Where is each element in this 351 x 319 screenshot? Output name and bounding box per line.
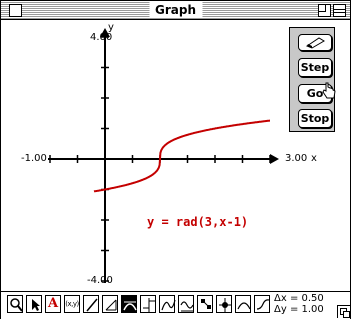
line-icon <box>86 298 98 312</box>
function-curve[interactable] <box>93 119 270 193</box>
crosshair-icon <box>219 298 231 312</box>
node-icon <box>201 299 211 309</box>
x-axis-arrow <box>270 154 279 164</box>
tool-palette: A (x,y) Δx = 0.50 Δy = 1.00 <box>1 291 350 319</box>
slope-tool[interactable] <box>102 295 118 313</box>
wave-icon <box>180 301 194 312</box>
x-max-label: 3.00 <box>285 153 308 164</box>
zoom-box[interactable] <box>318 4 331 17</box>
graph-window: Graph y 4.00 -4.00 -1.00 3.00 x y = rad(… <box>0 0 351 319</box>
coordinates-tool[interactable]: (x,y) <box>64 295 80 313</box>
text-A-icon: A <box>47 296 59 311</box>
window-title: Graph <box>149 2 202 18</box>
delta-x-readout: Δx = 0.50 <box>274 293 324 304</box>
hump-tool[interactable] <box>235 295 251 313</box>
crosshair-tool[interactable] <box>216 295 232 313</box>
curve-icon <box>256 299 270 310</box>
curve-tool[interactable] <box>254 295 270 313</box>
function-tool[interactable] <box>159 295 176 313</box>
function-icon <box>161 299 176 311</box>
arrow-icon <box>32 299 40 311</box>
y-max-label: 4.00 <box>90 32 113 43</box>
delta-y-readout: Δy = 1.00 <box>274 304 324 315</box>
step-button[interactable]: Step <box>298 58 332 77</box>
title-bar[interactable]: Graph <box>1 1 350 20</box>
close-box[interactable] <box>9 4 22 17</box>
arrow-tool[interactable] <box>26 295 42 313</box>
tangent-tool[interactable] <box>121 295 137 313</box>
wave-tool[interactable] <box>178 295 194 313</box>
x-min-label: -1.00 <box>21 153 47 164</box>
text-A-tool[interactable]: A <box>45 295 61 313</box>
eraser-icon <box>305 37 325 49</box>
resize-handle[interactable] <box>337 305 350 318</box>
collapse-box[interactable] <box>333 4 346 17</box>
hump-icon <box>237 302 251 310</box>
equation-label[interactable]: y = rad(3,x-1) <box>147 215 248 229</box>
slope-icon <box>105 299 117 311</box>
zoom-icon <box>10 298 23 312</box>
stop-button[interactable]: Stop <box>298 109 332 128</box>
coordinates-icon: (x,y) <box>65 300 79 308</box>
piecewise-icon <box>143 298 155 312</box>
tangent-icon <box>123 301 137 311</box>
y-min-label: -4.00 <box>87 275 113 286</box>
animation-control-panel: Step Go Stop <box>289 27 335 132</box>
eraser-button[interactable] <box>298 34 332 51</box>
pointer-hand-icon <box>322 82 336 99</box>
zoom-tool[interactable] <box>7 295 23 313</box>
node-tool[interactable] <box>197 295 213 313</box>
x-axis-label: x <box>311 153 317 164</box>
piecewise-tool[interactable] <box>140 295 156 313</box>
line-tool[interactable] <box>83 295 99 313</box>
